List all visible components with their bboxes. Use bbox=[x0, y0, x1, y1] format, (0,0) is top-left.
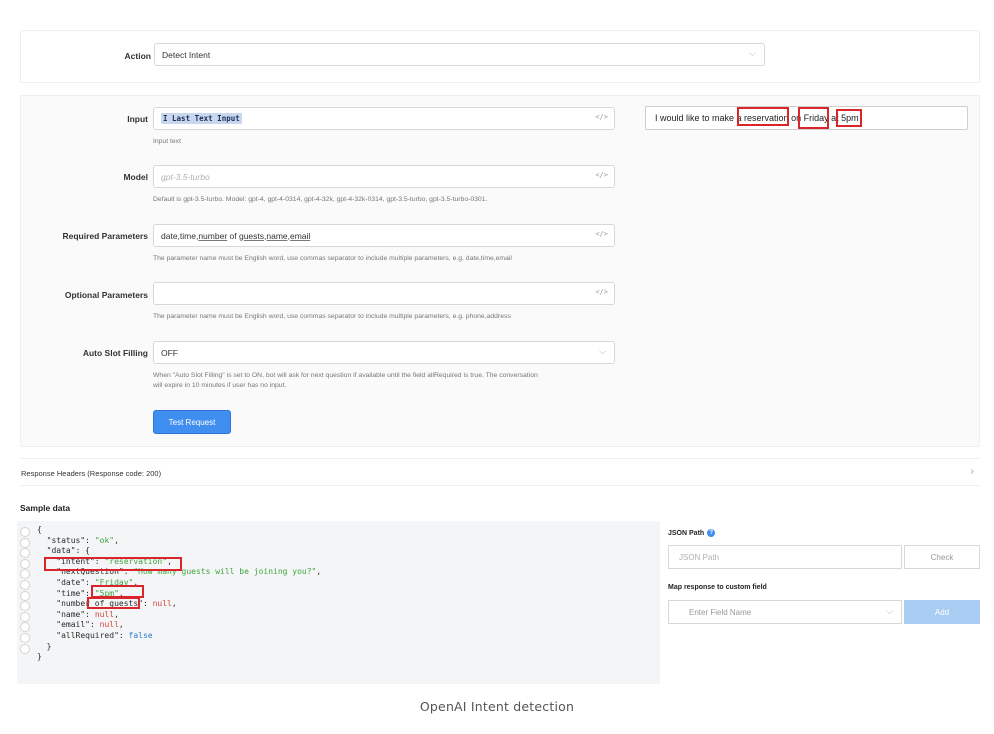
chevron-right-icon: › bbox=[970, 466, 974, 477]
highlight-json-intent bbox=[44, 557, 182, 571]
input-hint: Input text bbox=[153, 138, 181, 145]
form-panel bbox=[20, 95, 980, 447]
line-radio[interactable] bbox=[20, 548, 30, 559]
json-null: null bbox=[94, 609, 115, 619]
input-field[interactable]: I Last Text Input </> bbox=[153, 107, 615, 130]
figure-caption: OpenAI Intent detection bbox=[419, 699, 575, 714]
help-icon[interactable]: ? bbox=[707, 529, 716, 537]
json-null: null bbox=[99, 620, 119, 630]
action-label: Action bbox=[124, 51, 151, 61]
line-radio[interactable] bbox=[20, 579, 30, 590]
json-path-label-text: JSON Path bbox=[668, 529, 705, 537]
line-radio[interactable] bbox=[20, 601, 30, 612]
json-key: "time" bbox=[56, 588, 86, 598]
model-hint: Default is gpt-3.5-turbo. Model: gpt-4, … bbox=[153, 196, 488, 203]
highlight-reservation bbox=[737, 107, 789, 126]
json-key: "name" bbox=[56, 609, 86, 619]
json-string: "ok" bbox=[94, 535, 115, 545]
action-value: Detect Intent bbox=[162, 49, 211, 60]
response-headers-label: Response Headers (Response code: 200) bbox=[21, 469, 162, 478]
action-panel: Action Detect Intent ⌵ bbox=[20, 30, 980, 83]
line-radio[interactable] bbox=[20, 622, 30, 633]
required-params-field[interactable]: date,time,number of guests,name,email </… bbox=[153, 224, 615, 247]
required-params-value: date,time,number of guests,name,email bbox=[161, 231, 310, 241]
code-icon[interactable]: </> bbox=[595, 113, 608, 121]
required-params-label: Required Parameters bbox=[62, 231, 148, 241]
variable-token-icon: I bbox=[163, 114, 168, 123]
json-key: "email" bbox=[56, 620, 90, 630]
json-key: "status" bbox=[46, 535, 86, 545]
json-bool: false bbox=[128, 630, 153, 640]
code-icon[interactable]: </> bbox=[595, 288, 608, 296]
highlight-json-time bbox=[87, 597, 140, 609]
json-key: "data" bbox=[46, 546, 76, 556]
required-params-part-d: guests,name,email bbox=[238, 230, 311, 241]
auto-slot-label: Auto Slot Filling bbox=[82, 348, 148, 358]
line-radio[interactable] bbox=[20, 527, 30, 537]
required-params-part-a: date,time, bbox=[161, 230, 199, 241]
line-radio[interactable] bbox=[20, 611, 30, 622]
line-radio[interactable] bbox=[20, 558, 30, 569]
model-label: Model bbox=[123, 172, 148, 182]
chevron-down-icon: ⌵ bbox=[886, 606, 893, 616]
json-brace: { bbox=[37, 525, 42, 534]
model-field[interactable]: gpt-3.5-turbo </> bbox=[153, 165, 615, 188]
variable-token: I Last Text Input bbox=[161, 113, 242, 124]
auto-slot-hint-line1: When "Auto Slot Filling" is set to ON, b… bbox=[153, 372, 538, 379]
required-params-hint: The parameter name must be English word,… bbox=[153, 255, 512, 262]
code-icon[interactable]: </> bbox=[595, 171, 608, 179]
action-select[interactable]: Detect Intent ⌵ bbox=[154, 43, 765, 66]
optional-params-field[interactable]: </> bbox=[153, 282, 615, 305]
input-label: Input bbox=[127, 114, 148, 124]
highlight-friday bbox=[798, 107, 829, 129]
json-key: "allRequired" bbox=[56, 630, 119, 640]
json-brace: } bbox=[46, 641, 52, 651]
chevron-down-icon: ⌵ bbox=[599, 346, 606, 356]
line-radio[interactable] bbox=[20, 643, 30, 654]
sample-data-title: Sample data bbox=[20, 503, 71, 513]
add-button[interactable]: Add bbox=[904, 600, 980, 624]
map-response-label: Map response to custom field bbox=[668, 584, 767, 591]
highlight-5pm bbox=[836, 109, 862, 127]
auto-slot-select[interactable]: OFF ⌵ bbox=[153, 341, 615, 364]
json-brace: } bbox=[37, 652, 42, 662]
json-null: null bbox=[152, 599, 172, 609]
response-headers-row[interactable]: Response Headers (Response code: 200) › bbox=[20, 458, 980, 486]
line-selectors bbox=[20, 527, 30, 654]
json-path-label: JSON Path ? bbox=[668, 529, 716, 537]
line-radio[interactable] bbox=[20, 537, 30, 548]
required-params-part-b: number bbox=[198, 230, 228, 241]
check-button[interactable]: Check bbox=[904, 545, 980, 569]
test-request-button[interactable]: Test Request bbox=[153, 410, 231, 434]
line-radio[interactable] bbox=[20, 590, 30, 601]
custom-field-placeholder: Enter Field Name bbox=[689, 607, 752, 617]
custom-field-select[interactable]: Enter Field Name ⌵ bbox=[668, 600, 902, 624]
line-radio[interactable] bbox=[20, 569, 30, 580]
optional-params-hint: The parameter name must be English word,… bbox=[153, 313, 511, 320]
auto-slot-value: OFF bbox=[161, 347, 178, 358]
code-icon[interactable]: </> bbox=[595, 230, 608, 238]
model-placeholder: gpt-3.5-turbo bbox=[161, 171, 210, 182]
chevron-down-icon: ⌵ bbox=[749, 48, 756, 58]
json-key: "date" bbox=[56, 577, 86, 587]
optional-params-label: Optional Parameters bbox=[64, 290, 148, 300]
json-path-input[interactable]: JSON Path bbox=[668, 545, 902, 569]
auto-slot-hint-line2: will expire in 10 minutes if user has no… bbox=[153, 382, 287, 389]
variable-token-text: Last Text Input bbox=[172, 114, 240, 123]
line-radio[interactable] bbox=[20, 632, 30, 643]
json-code: { "status": "ok", "data": { "intent": "r… bbox=[37, 525, 322, 662]
required-params-part-c: of bbox=[227, 230, 239, 241]
